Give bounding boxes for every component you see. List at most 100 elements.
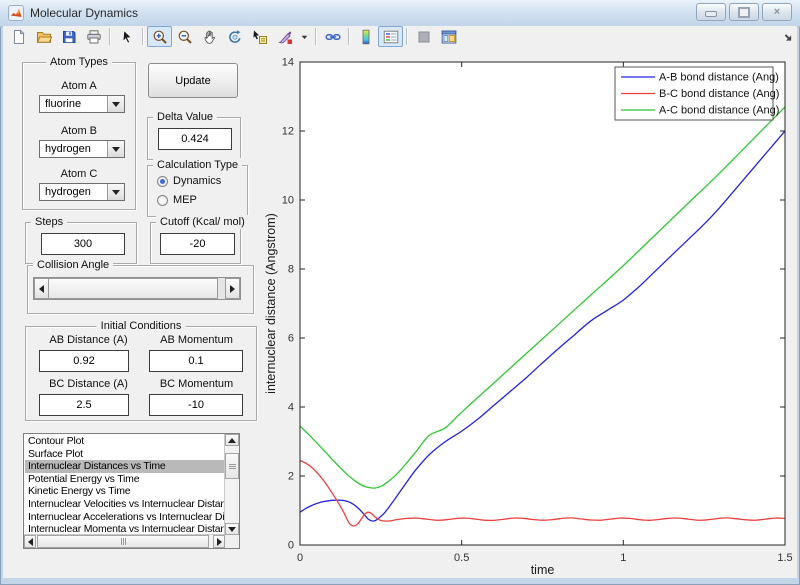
atom-c-dropdown-icon[interactable] — [107, 184, 124, 200]
atom-c-select[interactable]: hydrogen — [39, 183, 125, 201]
plot-axes[interactable]: 0 0.5 1 1.5 0 2 4 6 8 10 12 14 A-B bond distance (An… — [265, 52, 796, 578]
atom-b-dropdown-icon[interactable] — [107, 141, 124, 157]
atom-c-value: hydrogen — [45, 186, 91, 198]
vertical-scroll-thumb[interactable] — [225, 453, 239, 479]
listbox-vertical-scrollbar[interactable] — [224, 434, 239, 535]
toolbar-separator — [315, 28, 317, 45]
atom-b-select[interactable]: hydrogen — [39, 140, 125, 158]
initial-conditions-panel: Initial Conditions AB Distance (A) AB Mo… — [25, 319, 257, 421]
plot-type-list: Contour Plot Surface Plot Internuclear Dis… — [25, 435, 224, 534]
atom-a-select[interactable]: fluorine — [39, 95, 125, 113]
matlab-logo-icon — [8, 5, 24, 21]
print-icon — [86, 29, 101, 43]
minimize-button[interactable] — [696, 3, 726, 21]
slider-right-arrow[interactable] — [225, 278, 240, 299]
list-item[interactable]: Potential Energy vs Time — [25, 473, 224, 486]
ab-distance-label: AB Distance (A) — [49, 334, 128, 346]
insert-colorbar-button[interactable] — [353, 26, 378, 47]
pan-hand-icon — [203, 30, 215, 44]
horizontal-scroll-thumb[interactable] — [37, 535, 209, 548]
update-button[interactable]: Update — [148, 63, 238, 98]
save-figure-button[interactable] — [56, 26, 81, 47]
atom-a-value: fluorine — [45, 98, 82, 110]
slider-thumb[interactable] — [48, 278, 218, 299]
rotate-3d-button[interactable] — [222, 26, 247, 47]
y-tick-label: 4 — [288, 402, 294, 414]
mep-radio-label: MEP — [173, 194, 197, 206]
brush-options-button[interactable] — [297, 26, 312, 47]
bc-momentum-label: BC Momentum — [159, 378, 234, 390]
list-item[interactable]: Surface Plot — [25, 448, 224, 461]
link-icon — [324, 33, 341, 40]
plot-legend[interactable]: A-B bond distance (Ang) B-C bond distance… — [614, 66, 779, 121]
collision-angle-title: Collision Angle — [33, 258, 114, 272]
toolbar-separator — [348, 28, 350, 45]
list-item[interactable]: Internuclear Distances vs Time — [25, 460, 224, 473]
ab-momentum-label: AB Momentum — [160, 334, 233, 346]
atom-types-panel: Atom Types Atom A fluorine Atom B hydrog… — [22, 55, 136, 210]
ab-distance-field[interactable]: 0.92 — [39, 350, 129, 372]
new-figure-button[interactable] — [6, 26, 31, 47]
scroll-down-button[interactable] — [225, 523, 239, 535]
close-button[interactable]: × — [762, 3, 792, 21]
delta-value-title: Delta Value — [153, 110, 218, 124]
scroll-right-button[interactable] — [213, 535, 225, 548]
data-cursor-button[interactable] — [247, 26, 272, 47]
brush-data-button[interactable] — [272, 26, 297, 47]
y-tick-label: 2 — [288, 471, 294, 483]
maximize-icon — [738, 6, 750, 18]
pan-button[interactable] — [197, 26, 222, 47]
plot-type-listbox[interactable]: Contour Plot Surface Plot Internuclear Dis… — [23, 433, 240, 549]
link-plot-button[interactable] — [320, 26, 345, 47]
steps-field[interactable]: 300 — [41, 233, 125, 255]
atom-types-title: Atom Types — [46, 55, 112, 69]
atom-b-label: Atom B — [60, 125, 98, 137]
data-cursor-icon — [252, 30, 267, 44]
mep-radio[interactable]: MEP — [157, 194, 197, 206]
edit-plot-button[interactable] — [114, 26, 139, 47]
dynamics-radio[interactable]: Dynamics — [157, 175, 221, 187]
matlab-logo-icon — [8, 5, 24, 21]
list-item[interactable]: Kinetic Energy vs Time — [25, 485, 224, 498]
delta-value-field[interactable]: 0.424 — [158, 128, 232, 150]
scroll-up-button[interactable] — [225, 434, 239, 446]
list-item[interactable]: Internuclear Momenta vs Internuclear Dis… — [25, 523, 224, 534]
dock-arrow-icon — [784, 33, 792, 41]
titlebar[interactable]: Molecular Dynamics × — [0, 0, 800, 27]
bc-distance-field[interactable]: 2.5 — [39, 394, 129, 416]
y-tick-label: 10 — [282, 195, 294, 207]
bc-momentum-field[interactable]: -10 — [149, 394, 243, 416]
scroll-left-button[interactable] — [24, 535, 36, 548]
y-tick-label: 12 — [282, 126, 294, 138]
dynamics-radio-icon[interactable] — [157, 175, 168, 187]
mep-radio-icon[interactable] — [157, 194, 168, 206]
gray-square-icon — [418, 31, 429, 42]
atom-a-dropdown-icon[interactable] — [107, 96, 124, 112]
bc-distance-label: BC Distance (A) — [49, 378, 128, 390]
listbox-horizontal-scrollbar[interactable] — [24, 534, 225, 548]
list-item[interactable]: Internuclear Accelerations vs Internucle… — [25, 511, 224, 524]
window-title: Molecular Dynamics — [30, 6, 139, 20]
steps-title: Steps — [31, 215, 68, 229]
cutoff-field[interactable]: -20 — [160, 233, 235, 255]
insert-legend-button[interactable] — [378, 26, 403, 47]
zoom-in-icon — [153, 30, 167, 44]
legend-entry-label: A-C bond distance (Ang) — [659, 105, 779, 117]
legend-entry-label: B-C bond distance (Ang) — [659, 88, 779, 100]
legend-icon — [383, 30, 398, 43]
zoom-in-button[interactable] — [147, 26, 172, 47]
list-item[interactable]: Contour Plot — [25, 435, 224, 448]
show-plot-tools-button[interactable] — [436, 26, 461, 47]
open-folder-icon — [36, 31, 52, 43]
collision-angle-slider[interactable] — [33, 277, 241, 300]
dock-figure-button[interactable] — [780, 26, 795, 47]
list-item[interactable]: Internuclear Velocities vs Internuclear … — [25, 498, 224, 511]
maximize-button[interactable] — [729, 3, 759, 21]
open-file-button[interactable] — [31, 26, 56, 47]
y-tick-label: 6 — [288, 333, 294, 345]
ab-momentum-field[interactable]: 0.1 — [149, 350, 243, 372]
zoom-out-button[interactable] — [172, 26, 197, 47]
print-figure-button[interactable] — [81, 26, 106, 47]
slider-left-arrow[interactable] — [34, 278, 49, 299]
initial-conditions-title: Initial Conditions — [96, 319, 186, 333]
